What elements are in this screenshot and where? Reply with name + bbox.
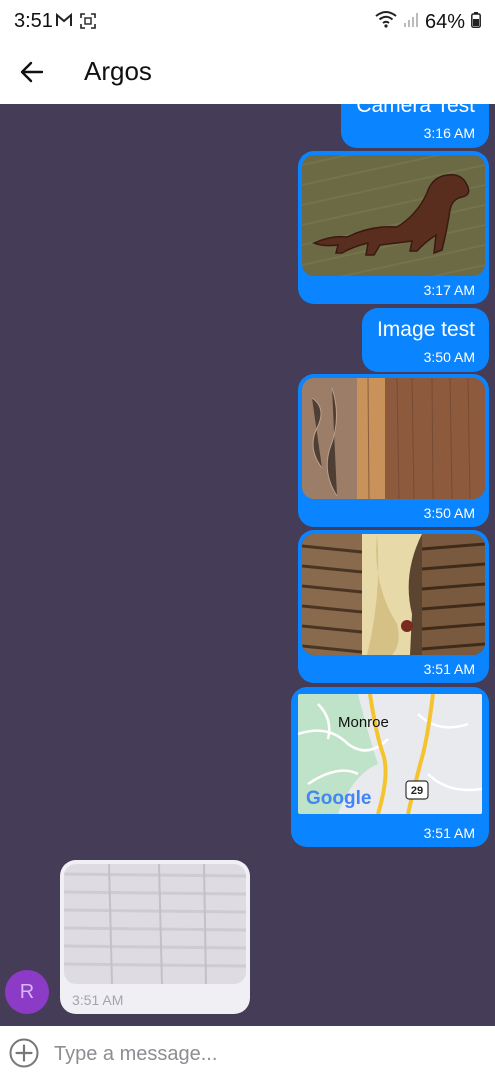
message-time: 3:16 AM xyxy=(423,125,475,141)
wifi-icon xyxy=(375,10,397,34)
signal-icon xyxy=(403,11,419,34)
wood-grain-photo[interactable] xyxy=(302,378,485,499)
message-time: 3:51 AM xyxy=(423,661,475,677)
message-text: Camera Test xyxy=(356,104,475,117)
map-preview[interactable]: 29 Monroe Google xyxy=(298,694,482,814)
message-input[interactable] xyxy=(52,1036,476,1072)
message-bubble-camera-test[interactable]: Camera Test 3:16 AM xyxy=(341,104,489,148)
avatar[interactable]: R xyxy=(5,970,49,1014)
message-time: 3:17 AM xyxy=(423,282,475,298)
message-bubble-image-test[interactable]: Image test 3:50 AM xyxy=(362,308,489,372)
message-bubble-image[interactable]: 3:17 AM xyxy=(298,151,489,304)
wood-shutters-photo[interactable] xyxy=(302,534,485,655)
arrow-left-icon xyxy=(20,61,44,88)
message-time: 3:51 AM xyxy=(72,992,124,1008)
chat-header: Argos xyxy=(0,44,495,104)
message-bubble-image[interactable]: 3:50 AM xyxy=(298,374,489,527)
message-text: Image test xyxy=(376,318,475,341)
battery-percent: 64% xyxy=(424,10,465,33)
message-bubble-image[interactable]: 3:51 AM xyxy=(298,530,489,683)
message-composer xyxy=(0,1026,495,1080)
back-button[interactable] xyxy=(14,56,50,92)
status-time: 3:51 xyxy=(14,10,53,32)
gmail-icon xyxy=(55,12,73,35)
google-logo: Google xyxy=(306,788,371,809)
map-place-label: Monroe xyxy=(338,714,389,731)
add-attachment-button[interactable] xyxy=(8,1037,40,1069)
status-notification-icons xyxy=(55,12,97,35)
plus-circle-icon xyxy=(8,1038,40,1073)
screenshot-icon xyxy=(79,12,97,35)
status-right-group: 64% xyxy=(375,10,481,34)
page-title: Argos xyxy=(84,56,152,86)
message-bubble-incoming-image[interactable]: 3:51 AM xyxy=(60,860,250,1014)
status-bar: 3:51 64% xyxy=(0,0,495,44)
message-list[interactable]: Camera Test 3:16 AM 3:17 AM Image test 3… xyxy=(0,104,495,1026)
faded-shutters-photo[interactable] xyxy=(64,864,246,984)
message-time: 3:50 AM xyxy=(423,349,475,365)
message-time: 3:50 AM xyxy=(423,505,475,521)
route-shield-label: 29 xyxy=(411,785,423,797)
dog-embroidery-photo[interactable] xyxy=(302,155,485,276)
battery-icon xyxy=(471,11,481,34)
message-time: 3:51 AM xyxy=(423,825,475,841)
message-bubble-map[interactable]: 29 Monroe Google 3:51 AM xyxy=(291,687,489,847)
